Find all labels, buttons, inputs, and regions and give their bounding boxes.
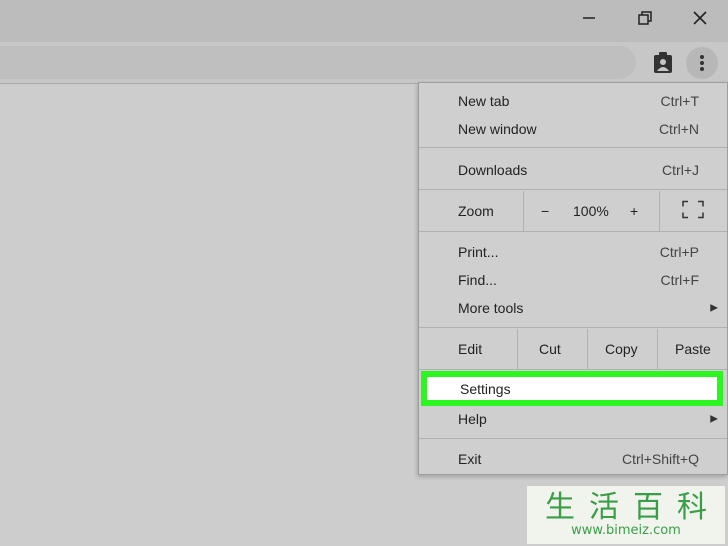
menu-item-shortcut: Ctrl+P <box>659 244 699 260</box>
menu-divider <box>587 329 588 369</box>
edit-row: Edit Cut Copy Paste <box>419 329 727 369</box>
zoom-label: Zoom <box>458 203 494 219</box>
menu-divider <box>419 189 727 190</box>
menu-divider <box>419 327 727 328</box>
close-button[interactable] <box>675 0 725 36</box>
fullscreen-icon <box>682 200 704 219</box>
chrome-menu-button[interactable] <box>686 47 718 79</box>
kebab-menu-icon <box>700 55 704 71</box>
menu-item-settings[interactable]: Settings <box>421 371 723 406</box>
submenu-arrow-icon: ▶ <box>710 413 718 425</box>
menu-divider <box>419 147 727 148</box>
menu-item-downloads[interactable]: Downloads Ctrl+J <box>419 156 727 184</box>
menu-item-label: New window <box>458 121 537 137</box>
copy-button[interactable]: Copy <box>605 341 638 357</box>
menu-item-print[interactable]: Print... Ctrl+P <box>419 238 727 266</box>
watermark: 生活百科 www.bimeiz.com <box>527 486 725 544</box>
menu-item-shortcut: Ctrl+N <box>658 121 699 137</box>
address-bar[interactable] <box>0 46 636 79</box>
menu-divider <box>419 231 727 232</box>
minimize-button[interactable] <box>564 0 614 36</box>
watermark-chinese: 生活百科 <box>545 489 721 525</box>
fullscreen-button[interactable] <box>682 200 704 222</box>
zoom-out-button[interactable]: − <box>541 203 549 219</box>
close-icon <box>693 11 707 25</box>
menu-item-shortcut: Ctrl+Shift+Q <box>621 451 699 467</box>
submenu-arrow-icon: ▶ <box>710 302 718 314</box>
watermark-url: www.bimeiz.com <box>571 522 681 538</box>
menu-divider <box>659 191 660 231</box>
menu-item-shortcut: Ctrl+T <box>660 93 700 109</box>
menu-item-label: Help <box>458 411 487 427</box>
menu-divider <box>419 369 727 370</box>
menu-item-new-window[interactable]: New window Ctrl+N <box>419 115 727 143</box>
menu-item-shortcut: Ctrl+F <box>660 272 700 288</box>
menu-item-new-tab[interactable]: New tab Ctrl+T <box>419 87 727 115</box>
menu-item-find[interactable]: Find... Ctrl+F <box>419 266 727 294</box>
menu-item-label: Find... <box>458 272 497 288</box>
paste-button[interactable]: Paste <box>675 341 711 357</box>
zoom-level: 100% <box>573 203 609 219</box>
title-bar <box>0 0 728 42</box>
zoom-row: Zoom − 100% + <box>419 191 727 231</box>
menu-item-label: More tools <box>458 300 524 316</box>
menu-item-shortcut: Ctrl+J <box>662 162 699 178</box>
chrome-menu: New tab Ctrl+T New window Ctrl+N Downloa… <box>418 82 728 475</box>
edit-label: Edit <box>458 341 483 357</box>
menu-item-label: Settings <box>460 380 511 397</box>
menu-divider <box>517 329 518 369</box>
menu-divider <box>523 191 524 231</box>
menu-divider <box>657 329 658 369</box>
menu-item-more-tools[interactable]: More tools ▶ <box>419 294 727 322</box>
cut-button[interactable]: Cut <box>539 341 561 357</box>
browser-toolbar <box>0 42 728 84</box>
menu-item-exit[interactable]: Exit Ctrl+Shift+Q <box>419 445 727 473</box>
menu-item-label: Downloads <box>458 162 528 178</box>
zoom-in-button[interactable]: + <box>630 203 638 219</box>
menu-item-label: Exit <box>458 451 482 467</box>
restore-icon <box>638 11 652 25</box>
menu-divider <box>419 438 727 439</box>
menu-item-label: New tab <box>458 93 510 109</box>
menu-item-label: Print... <box>458 244 499 260</box>
minimize-icon <box>583 17 595 19</box>
menu-item-help[interactable]: Help ▶ <box>419 405 727 433</box>
restore-button[interactable] <box>620 0 670 36</box>
profile-button[interactable] <box>647 47 679 79</box>
profile-badge-icon <box>654 52 672 73</box>
